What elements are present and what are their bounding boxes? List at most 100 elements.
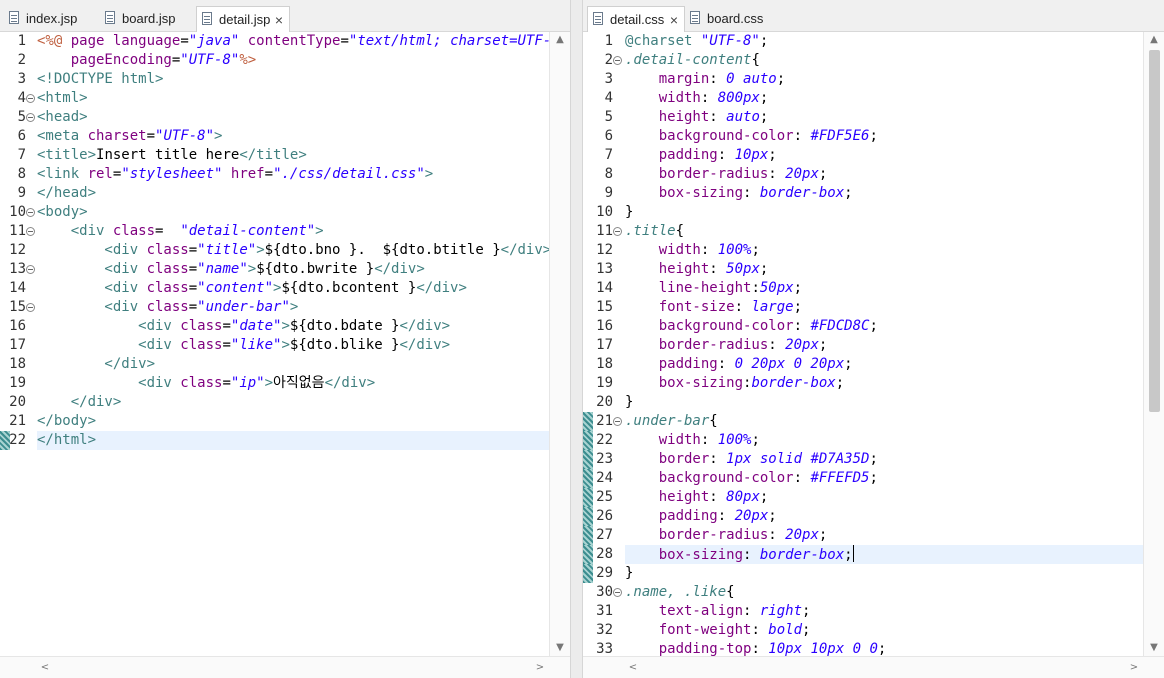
code-line[interactable]: <meta charset="UTF-8"> bbox=[37, 127, 549, 146]
gutter-line: 22 bbox=[0, 431, 37, 450]
code-line[interactable]: <div class="name">${dto.bwrite }</div> bbox=[37, 260, 549, 279]
code-line[interactable]: padding: 10px; bbox=[625, 146, 1143, 165]
code-line[interactable]: <div class="content">${dto.bcontent }</d… bbox=[37, 279, 549, 298]
vertical-scrollbar[interactable]: ▲ ▼ bbox=[1143, 32, 1164, 656]
fold-collapse-icon[interactable] bbox=[613, 227, 622, 236]
fold-collapse-icon[interactable] bbox=[26, 303, 35, 312]
scroll-up-icon[interactable]: ▲ bbox=[1144, 32, 1164, 48]
code-line[interactable]: line-height:50px; bbox=[625, 279, 1143, 298]
code-line[interactable]: } bbox=[625, 564, 1143, 583]
code-line[interactable]: border-radius: 20px; bbox=[625, 165, 1143, 184]
fold-collapse-icon[interactable] bbox=[26, 94, 35, 103]
code-token: = bbox=[180, 33, 189, 49]
code-line[interactable]: pageEncoding="UTF-8"%> bbox=[37, 51, 549, 70]
horizontal-scrollbar[interactable]: < > bbox=[0, 656, 570, 678]
code-line[interactable]: <head> bbox=[37, 108, 549, 127]
code-token: contentType bbox=[239, 33, 341, 49]
tab-index-jsp[interactable]: index.jsp bbox=[4, 6, 96, 32]
code-line[interactable]: height: auto; bbox=[625, 108, 1143, 127]
jsp-editor[interactable]: 1 2 3 4 5 6 7 8 9 10 11 12 13 14 15 16 17 18 19 20 21 22 <%@ … bbox=[0, 32, 570, 678]
code-line[interactable]: <div class="under-bar"> bbox=[37, 298, 549, 317]
code-line[interactable]: <div class="date">${dto.bdate }</div> bbox=[37, 317, 549, 336]
code-line[interactable]: background-color: #FDCD8C; bbox=[625, 317, 1143, 336]
scroll-right-icon[interactable]: > bbox=[532, 657, 548, 678]
tab-board-jsp[interactable]: board.jsp bbox=[100, 6, 196, 32]
code-line[interactable]: } bbox=[625, 203, 1143, 222]
code-line[interactable]: <div class= "detail-content"> bbox=[37, 222, 549, 241]
code-line[interactable]: <link rel="stylesheet" href="./css/detai… bbox=[37, 165, 549, 184]
code-line[interactable]: <title>Insert title here</title> bbox=[37, 146, 549, 165]
fold-collapse-icon[interactable] bbox=[613, 417, 622, 426]
code-line[interactable]: </head> bbox=[37, 184, 549, 203]
close-icon[interactable]: × bbox=[670, 7, 678, 33]
code-line[interactable]: </html> bbox=[37, 431, 549, 450]
code-token: : bbox=[793, 128, 811, 144]
code-line[interactable]: </body> bbox=[37, 412, 549, 431]
gutter-line: 30 bbox=[583, 583, 625, 602]
scroll-thumb[interactable] bbox=[1149, 50, 1160, 412]
code-token: .detail-content bbox=[625, 52, 752, 68]
code-line[interactable]: padding: 0 20px 0 20px; bbox=[625, 355, 1143, 374]
css-code-area[interactable]: @charset "UTF-8"; .detail-content{ margin… bbox=[625, 32, 1143, 678]
gutter-line: 6 bbox=[583, 127, 625, 146]
code-line[interactable]: <body> bbox=[37, 203, 549, 222]
code-line[interactable]: <html> bbox=[37, 89, 549, 108]
code-line[interactable]: .detail-content{ bbox=[625, 51, 1143, 70]
code-line[interactable]: border-radius: 20px; bbox=[625, 526, 1143, 545]
code-line[interactable]: height: 50px; bbox=[625, 260, 1143, 279]
code-line[interactable]: <div class="ip">아직없음</div> bbox=[37, 374, 549, 393]
editor-splitter[interactable] bbox=[570, 0, 583, 678]
tab-detail-css[interactable]: detail.css × bbox=[587, 6, 685, 32]
vertical-scrollbar[interactable]: ▲ ▼ bbox=[549, 32, 570, 656]
fold-collapse-icon[interactable] bbox=[26, 113, 35, 122]
code-line[interactable]: margin: 0 auto; bbox=[625, 70, 1143, 89]
code-line[interactable]: box-sizing: border-box; bbox=[625, 184, 1143, 203]
code-line[interactable]: box-sizing:border-box; bbox=[625, 374, 1143, 393]
code-token: : bbox=[700, 432, 718, 448]
code-token: </div> bbox=[416, 280, 467, 296]
code-token: { bbox=[709, 413, 718, 429]
css-editor[interactable]: 1 2 3 4 5 6 7 8 9 10 11 12 13 14 15 16 17 18 19 20 21 22 23 24 2… bbox=[583, 32, 1164, 678]
code-line[interactable]: <!DOCTYPE html> bbox=[37, 70, 549, 89]
code-line[interactable]: box-sizing: border-box; bbox=[625, 545, 1143, 564]
code-line[interactable]: height: 80px; bbox=[625, 488, 1143, 507]
code-token: : bbox=[700, 90, 718, 106]
code-line[interactable]: border-radius: 20px; bbox=[625, 336, 1143, 355]
tab-board-css[interactable]: board.css bbox=[685, 6, 775, 32]
code-line[interactable]: .title{ bbox=[625, 222, 1143, 241]
horizontal-scrollbar[interactable]: < > bbox=[583, 656, 1164, 678]
code-line[interactable]: } bbox=[625, 393, 1143, 412]
tab-detail-jsp[interactable]: detail.jsp × bbox=[196, 6, 290, 32]
fold-collapse-icon[interactable] bbox=[613, 588, 622, 597]
scroll-up-icon[interactable]: ▲ bbox=[550, 32, 570, 48]
fold-collapse-icon[interactable] bbox=[613, 56, 622, 65]
code-line[interactable]: </div> bbox=[37, 393, 549, 412]
code-line[interactable]: @charset "UTF-8"; bbox=[625, 32, 1143, 51]
code-line[interactable]: .under-bar{ bbox=[625, 412, 1143, 431]
code-line[interactable]: width: 800px; bbox=[625, 89, 1143, 108]
code-line[interactable]: background-color: #FFEFD5; bbox=[625, 469, 1143, 488]
code-line[interactable]: width: 100%; bbox=[625, 431, 1143, 450]
code-line[interactable]: background-color: #FDF5E6; bbox=[625, 127, 1143, 146]
code-line[interactable]: font-weight: bold; bbox=[625, 621, 1143, 640]
code-line[interactable]: font-size: large; bbox=[625, 298, 1143, 317]
scroll-left-icon[interactable]: < bbox=[37, 657, 53, 678]
code-line[interactable]: </div> bbox=[37, 355, 549, 374]
fold-collapse-icon[interactable] bbox=[26, 227, 35, 236]
close-icon[interactable]: × bbox=[275, 7, 283, 33]
scroll-down-icon[interactable]: ▼ bbox=[550, 640, 570, 656]
scroll-down-icon[interactable]: ▼ bbox=[1144, 640, 1164, 656]
scroll-right-icon[interactable]: > bbox=[1126, 657, 1142, 678]
code-line[interactable]: .name, .like{ bbox=[625, 583, 1143, 602]
code-line[interactable]: <div class="like">${dto.blike }</div> bbox=[37, 336, 549, 355]
code-line[interactable]: width: 100%; bbox=[625, 241, 1143, 260]
scroll-left-icon[interactable]: < bbox=[625, 657, 641, 678]
code-line[interactable]: text-align: right; bbox=[625, 602, 1143, 621]
fold-collapse-icon[interactable] bbox=[26, 265, 35, 274]
code-line[interactable]: padding: 20px; bbox=[625, 507, 1143, 526]
code-line[interactable]: border: 1px solid #D7A35D; bbox=[625, 450, 1143, 469]
jsp-code-area[interactable]: <%@ page language="java" contentType="te… bbox=[37, 32, 549, 678]
code-line[interactable]: <div class="title">${dto.bno }. ${dto.bt… bbox=[37, 241, 549, 260]
code-line[interactable]: <%@ page language="java" contentType="te… bbox=[37, 32, 549, 51]
fold-collapse-icon[interactable] bbox=[26, 208, 35, 217]
